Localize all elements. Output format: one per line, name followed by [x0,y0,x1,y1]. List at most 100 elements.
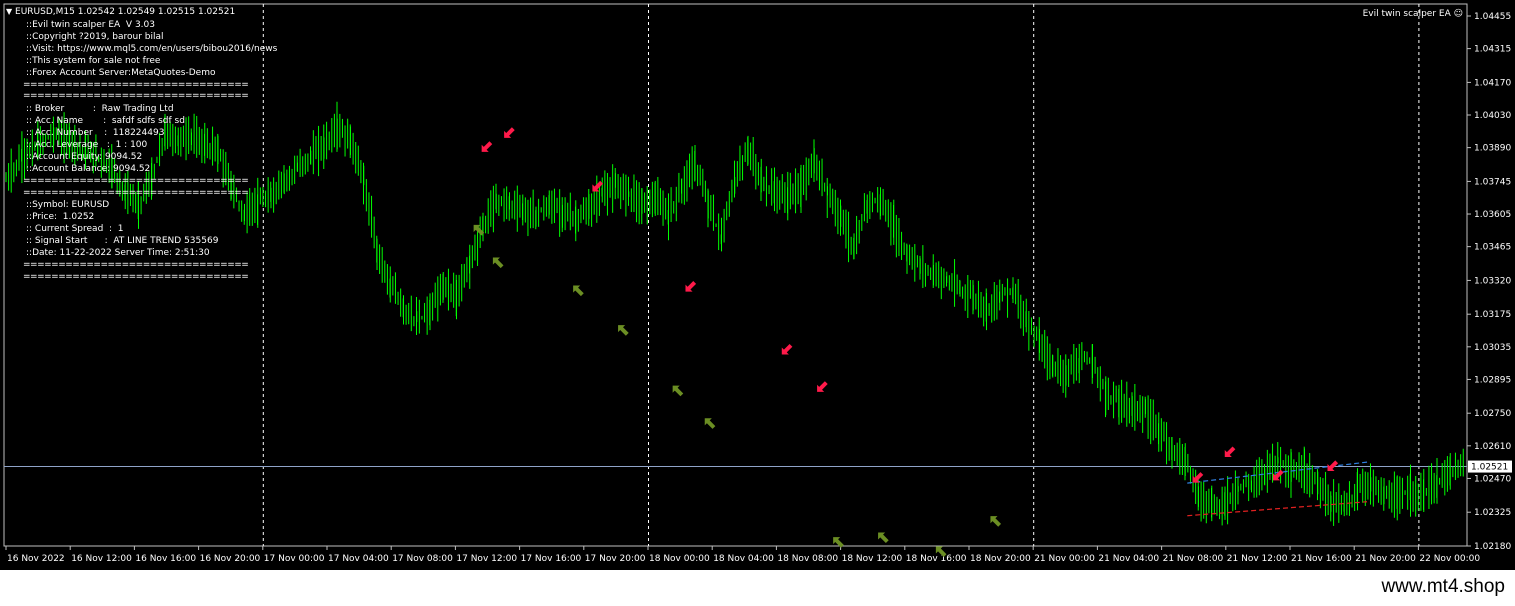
buy-arrow-icon-shape [573,285,584,297]
info-separator: ================================ [23,176,249,186]
info-line: :: Acc. Name : safdf sdfs sdf sd [26,116,185,126]
info-separator: ================================ [23,80,249,90]
x-tick-label: 16 Nov 2022 [7,554,65,564]
x-tick-label: 16 Nov 20:00 [200,554,261,564]
chart-area[interactable]: 16 Nov 2022 16 Nov 12:00 16 Nov 16:00 16 No… [0,0,1515,570]
info-line: :: Current Spread : 1 [26,224,124,234]
y-tick-label: 1.03890 [1474,144,1511,154]
buy-arrow-icon [704,418,716,429]
y-tick-label: 1.04170 [1474,78,1511,88]
x-tick-label: 18 Nov 20:00 [970,554,1031,564]
buy-arrow-icon [833,537,844,548]
sell-arrow-icon [504,127,515,138]
sell-arrow-icon-shape [481,141,493,152]
sell-arrow-icon-shape [1192,472,1204,483]
x-tick-label: 17 Nov 20:00 [585,554,646,564]
y-tick-label: 1.02610 [1474,442,1511,452]
x-tick-label: 16 Nov 16:00 [135,554,196,564]
info-separator: ================================ [23,188,249,198]
y-tick-label: 1.02325 [1474,508,1511,518]
buy-arrow-icon [672,385,684,397]
info-separator: ================================ [23,260,249,270]
y-tick-label: 1.02895 [1474,375,1511,385]
sell-arrow-icon [1224,446,1236,458]
y-tick-label: 1.03465 [1474,243,1511,253]
y-tick-label: 1.03035 [1474,343,1511,353]
buy-arrow-icon-shape [990,516,1002,527]
info-line: :: Acc. Leverage : 1 : 100 [26,140,148,150]
buy-arrow-icon [573,285,584,297]
sell-arrow-icon [685,281,697,292]
y-tick-label: 1.04455 [1474,12,1511,22]
info-line: ::Visit: https://www.mql5.com/en/users/b… [26,44,278,54]
info-line: :: Acc. Number : 118224493 [26,128,165,138]
sell-arrow-icon [1192,472,1204,483]
buy-arrow-icon-shape [878,532,889,544]
ea-name: Evil twin scalper EA [1362,9,1451,19]
buy-arrow-icon [473,224,485,236]
footer-bar: www.mt4.shop [0,570,1515,606]
info-line: ::Forex Account Server:MetaQuotes-Demo [26,68,216,78]
buy-arrow-icon-shape [704,418,716,429]
x-tick-label: 18 Nov 00:00 [649,554,710,564]
collapse-triangle-icon[interactable]: ▼ [6,7,12,16]
y-tick-label: 1.03605 [1474,210,1511,220]
chart-header: ▼ EURUSD,M15 1.02542 1.02549 1.02515 1.0… [6,7,235,17]
x-tick-label: 16 Nov 12:00 [71,554,132,564]
x-tick-label: 17 Nov 04:00 [328,554,389,564]
buy-arrow-icon-shape [618,325,629,336]
buy-arrow-icon-shape [833,537,844,548]
sell-arrow-icon [781,343,793,355]
sell-arrow-icon [481,141,493,152]
x-tick-label: 18 Nov 04:00 [713,554,774,564]
sell-arrow-icon-shape [504,127,515,138]
sell-arrow-icon-shape [781,343,793,355]
x-tick-label: 18 Nov 12:00 [842,554,903,564]
current-price-label: 1.02521 [1471,463,1508,473]
y-tick-label: 1.04315 [1474,45,1511,55]
info-line: ::Symbol: EURUSD [26,200,110,210]
x-tick-label: 17 Nov 00:00 [264,554,325,564]
y-tick-label: 1.03175 [1474,310,1511,320]
buy-arrow-icon-shape [473,224,485,236]
sell-arrow-icon-shape [685,281,697,292]
buy-arrow-icon [990,516,1002,527]
buy-arrow-icon [878,532,889,544]
y-tick-label: 1.02470 [1474,474,1511,484]
buy-arrow-icon-shape [492,257,504,269]
info-line: ::Account Balance: 9094.52 [26,164,151,174]
y-tick-label: 1.03745 [1474,177,1511,187]
info-line: ::Price: 1.0252 [26,212,95,222]
info-line: :: Broker : Raw Trading Ltd [26,104,174,114]
info-separator: ================================ [23,91,249,101]
smiley-icon: ☺ [1453,9,1463,19]
y-tick-label: 1.02750 [1474,409,1511,419]
site-watermark[interactable]: www.mt4.shop [1381,576,1505,598]
x-tick-label: 21 Nov 08:00 [1163,554,1224,564]
x-tick-label: 21 Nov 04:00 [1098,554,1159,564]
buy-arrow-icon [492,257,504,269]
info-line: ::Date: 11-22-2022 Server Time: 2:51:30 [26,248,210,258]
sell-arrow-icon [817,381,828,392]
x-tick-label: 17 Nov 08:00 [392,554,453,564]
sell-arrow-icon-shape [1224,446,1236,458]
y-tick-label: 1.03320 [1474,276,1511,286]
symbol-ohlc-line: EURUSD,M15 1.02542 1.02549 1.02515 1.025… [15,7,236,17]
buy-arrow-icon-shape [672,385,684,397]
x-tick-label: 17 Nov 16:00 [521,554,582,564]
x-tick-label: 21 Nov 20:00 [1355,554,1416,564]
x-tick-label: 18 Nov 08:00 [777,554,838,564]
info-line: ::Evil twin scalper EA V 3.03 [26,20,155,30]
y-tick-label: 1.02180 [1474,542,1511,552]
info-line: ::Account Equity: 9094.52 [26,152,143,162]
x-tick-label: 17 Nov 12:00 [456,554,517,564]
info-line: ::This system for sale not free [26,56,161,66]
x-tick-label: 21 Nov 16:00 [1291,554,1352,564]
ea-label: Evil twin scalper EA ☺ [1363,9,1463,19]
sell-arrow-icon-shape [817,381,828,392]
y-tick-label: 1.04030 [1474,111,1511,121]
info-line: :: Signal Start : AT LINE TREND 535569 [26,236,219,246]
x-tick-label: 21 Nov 12:00 [1227,554,1288,564]
x-tick-label: 18 Nov 16:00 [906,554,967,564]
info-separator: ================================ [23,272,249,282]
